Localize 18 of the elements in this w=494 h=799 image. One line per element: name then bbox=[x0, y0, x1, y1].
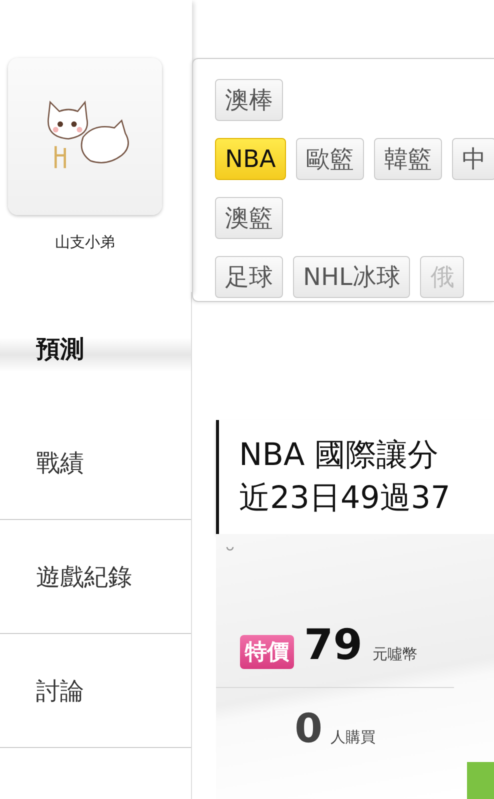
menu-item[interactable]: 遊戲紀錄 bbox=[0, 520, 191, 634]
category-tag[interactable]: 足球 bbox=[215, 256, 283, 298]
category-tag[interactable]: 韓籃 bbox=[374, 138, 442, 180]
category-tag[interactable]: NHL冰球 bbox=[293, 256, 410, 298]
currency-label: 元噓幣 bbox=[372, 645, 418, 664]
card-title: NBA 國際讓分 近23日49過37 bbox=[216, 420, 494, 534]
category-tag[interactable]: 澳籃 bbox=[215, 197, 283, 239]
category-tag[interactable]: 中 bbox=[452, 138, 494, 180]
buyer-count: 0 bbox=[294, 706, 322, 752]
sale-badge: 特價 bbox=[240, 635, 294, 669]
category-tag[interactable]: 澳棒 bbox=[215, 79, 283, 121]
user-name: 山支小弟 bbox=[55, 233, 115, 252]
category-tag[interactable]: 歐籃 bbox=[296, 138, 364, 180]
category-tag[interactable]: NBA bbox=[215, 138, 286, 180]
price-value: 79 bbox=[304, 620, 362, 669]
menu-item[interactable]: 戰績 bbox=[0, 406, 191, 520]
menu-item[interactable]: 討論 bbox=[0, 634, 191, 748]
buyer-label: 人購買 bbox=[330, 728, 376, 747]
